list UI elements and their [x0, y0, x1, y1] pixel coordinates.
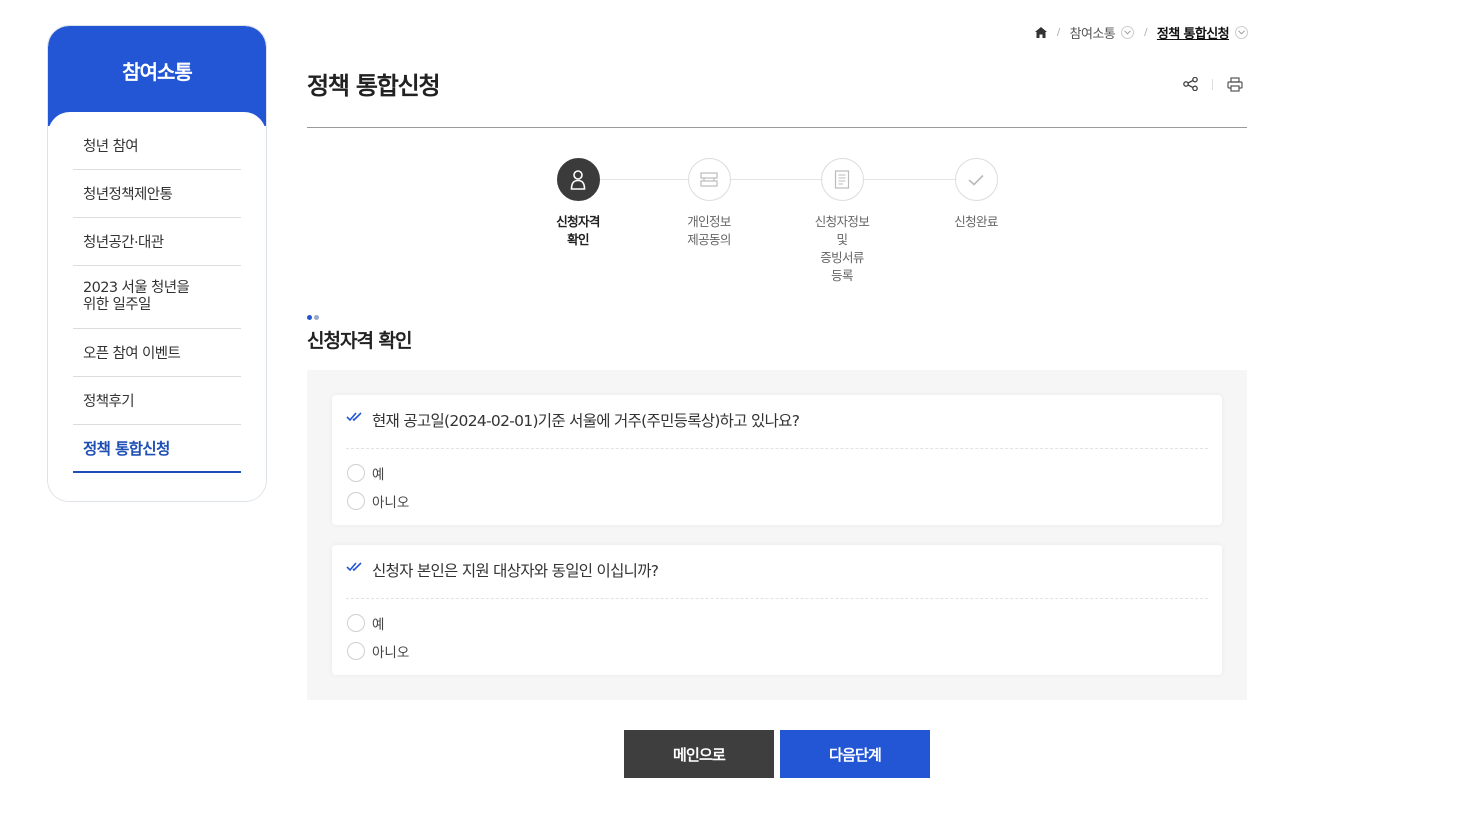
- radio-option-no[interactable]: 아니오: [347, 491, 409, 511]
- question-card: 현재 공고일(2024-02-01)기준 서울에 거주(주민등록상)하고 있나요…: [332, 395, 1222, 525]
- breadcrumb-separator: /: [1056, 27, 1060, 38]
- breadcrumb: / 참여소통 / 정책 통합신청: [1034, 23, 1248, 42]
- check-icon: [954, 158, 998, 201]
- sidebar-item-youth-participation[interactable]: 청년 참여: [73, 122, 241, 170]
- sidebar-item-label: 2023 서울 청년을 위한 일주일: [83, 280, 190, 313]
- question-area: 현재 공고일(2024-02-01)기준 서울에 거주(주민등록상)하고 있나요…: [307, 370, 1247, 700]
- sidebar: 참여소통 청년 참여 청년정책제안통 청년공간·대관 2023 서울 청년을 위…: [47, 25, 267, 502]
- question-row: 신청자 본인은 지원 대상자와 동일인 이십니까?: [346, 559, 1208, 599]
- sidebar-item-open-event[interactable]: 오픈 참여 이벤트: [73, 329, 241, 377]
- sidebar-item-space-rental[interactable]: 청년공간·대관: [73, 218, 241, 266]
- sidebar-item-label: 정책후기: [83, 394, 135, 410]
- main-button[interactable]: 메인으로: [624, 730, 774, 778]
- step-label: 신청완료: [954, 214, 998, 229]
- step-label: 개인정보 제공동의: [687, 214, 731, 247]
- radio-option-no[interactable]: 아니오: [347, 641, 409, 661]
- chevron-down-icon[interactable]: [1235, 26, 1248, 39]
- step-eligibility: 신청자격 확인: [533, 158, 623, 249]
- radio-option-yes[interactable]: 예: [347, 463, 384, 483]
- double-check-icon: [346, 409, 366, 427]
- file-icon: [820, 158, 864, 201]
- sidebar-item-policy-review[interactable]: 정책후기: [73, 377, 241, 425]
- title-divider: [307, 127, 1247, 128]
- sidebar-item-label: 오픈 참여 이벤트: [83, 346, 181, 362]
- sidebar-item-label: 정책 통합신청: [83, 440, 170, 458]
- chevron-down-icon[interactable]: [1121, 26, 1135, 39]
- title-tools: [1178, 73, 1247, 95]
- sidebar-header: 참여소통: [48, 26, 266, 126]
- radio-button[interactable]: [347, 492, 365, 510]
- double-check-icon: [346, 559, 366, 577]
- question-card: 신청자 본인은 지원 대상자와 동일인 이십니까? 예 아니오: [332, 545, 1222, 675]
- home-icon[interactable]: [1034, 27, 1047, 38]
- section-dots-icon: [307, 315, 319, 320]
- document-stack-icon: [687, 158, 731, 201]
- steps-connector: [598, 179, 978, 180]
- divider: [1212, 78, 1213, 90]
- radio-option-yes[interactable]: 예: [347, 613, 384, 633]
- radio-button[interactable]: [347, 642, 365, 660]
- radio-label: 아니오: [372, 495, 410, 511]
- sidebar-item-youth-week[interactable]: 2023 서울 청년을 위한 일주일: [73, 266, 241, 329]
- step-label: 신청자정보 및 증빙서류 등록: [814, 214, 870, 283]
- page-title: 정책 통합신청: [307, 72, 441, 100]
- question-text: 신청자 본인은 지원 대상자와 동일인 이십니까?: [372, 562, 659, 580]
- breadcrumb-separator: /: [1144, 27, 1147, 38]
- breadcrumb-item[interactable]: 참여소통: [1070, 23, 1116, 42]
- next-step-button[interactable]: 다음단계: [780, 730, 930, 778]
- sidebar-item-label: 청년정책제안통: [83, 187, 173, 203]
- person-icon: [556, 158, 600, 201]
- step-privacy-consent: 개인정보 제공동의: [664, 158, 754, 249]
- radio-button[interactable]: [347, 464, 365, 482]
- breadcrumb-current[interactable]: 정책 통합신청: [1157, 23, 1230, 42]
- radio-label: 예: [372, 617, 385, 633]
- question-row: 현재 공고일(2024-02-01)기준 서울에 거주(주민등록상)하고 있나요…: [346, 409, 1208, 449]
- step-label: 신청자격 확인: [556, 214, 600, 247]
- section-title: 신청자격 확인: [307, 330, 412, 352]
- sidebar-title: 참여소통: [122, 60, 193, 84]
- sidebar-item-policy-proposal[interactable]: 청년정책제안통: [73, 170, 241, 218]
- sidebar-nav: 청년 참여 청년정책제안통 청년공간·대관 2023 서울 청년을 위한 일주일…: [48, 112, 266, 501]
- sidebar-item-label: 청년공간·대관: [83, 235, 164, 251]
- step-applicant-info: 신청자정보 및 증빙서류 등록: [797, 158, 887, 285]
- print-icon[interactable]: [1223, 73, 1247, 95]
- step-complete: 신청완료: [931, 158, 1021, 231]
- radio-label: 아니오: [372, 645, 410, 661]
- radio-button[interactable]: [347, 614, 365, 632]
- question-text: 현재 공고일(2024-02-01)기준 서울에 거주(주민등록상)하고 있나요…: [372, 412, 800, 430]
- sidebar-item-label: 청년 참여: [83, 139, 139, 155]
- sidebar-item-policy-application[interactable]: 정책 통합신청: [73, 425, 241, 473]
- share-icon[interactable]: [1178, 73, 1202, 95]
- radio-label: 예: [372, 467, 385, 483]
